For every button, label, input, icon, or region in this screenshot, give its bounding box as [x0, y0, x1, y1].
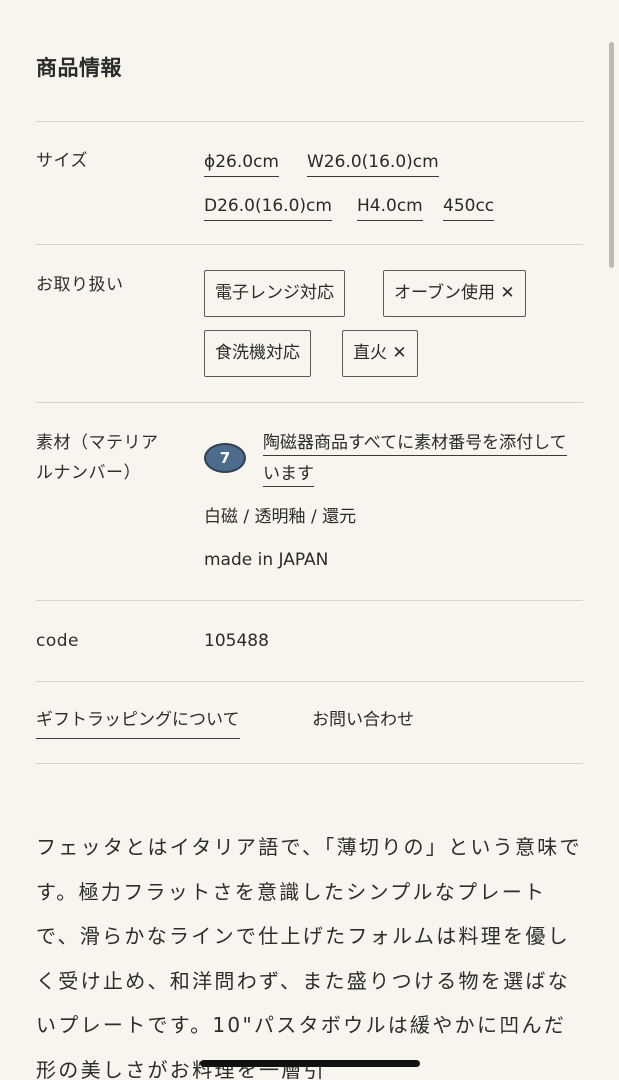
material-label-line1: 素材（マテリア: [36, 433, 159, 453]
chip-oven[interactable]: オーブン使用 ✕: [383, 270, 526, 317]
section-title: 商品情報: [36, 56, 122, 80]
chip-dishwasher[interactable]: 食洗機対応: [204, 330, 311, 377]
divider: [36, 600, 583, 601]
material-value: 白磁 / 透明釉 / 還元: [204, 507, 357, 527]
product-info-page: 商品情報 サイズ ϕ26.0cm W26.0(16.0)cm D26.0(16.…: [0, 0, 619, 1080]
origin-value: made in JAPAN: [204, 550, 329, 570]
chip-microwave[interactable]: 電子レンジ対応: [204, 270, 345, 317]
code-label: code: [36, 631, 79, 651]
chip-direct-fire[interactable]: 直火 ✕: [342, 330, 418, 377]
size-label: サイズ: [36, 151, 88, 171]
divider: [36, 763, 583, 764]
material-number-badge: 7: [204, 443, 246, 473]
contact-link[interactable]: お問い合わせ: [312, 707, 414, 733]
divider: [36, 681, 583, 682]
size-capacity-link[interactable]: 450cc: [443, 193, 495, 221]
code-value: 105488: [204, 631, 269, 651]
product-description: フェッタとはイタリア語で、「薄切りの」という意味です。極力フラットさを意識したシ…: [36, 835, 582, 1080]
divider: [36, 121, 583, 122]
gift-wrapping-link[interactable]: ギフトラッピングについて: [36, 707, 240, 739]
material-label-line2: ルナンバー）: [36, 463, 141, 483]
scrollbar[interactable]: [609, 42, 614, 268]
divider: [36, 402, 583, 403]
size-depth-link[interactable]: D26.0(16.0)cm: [204, 193, 332, 221]
size-diameter-link[interactable]: ϕ26.0cm: [204, 149, 279, 177]
size-width-link[interactable]: W26.0(16.0)cm: [307, 149, 439, 177]
divider: [36, 244, 583, 245]
material-number-link-text[interactable]: 陶磁器商品すべてに素材番号を添付しています: [263, 433, 567, 487]
material-number-link[interactable]: 陶磁器商品すべてに素材番号を添付しています: [263, 428, 578, 490]
home-indicator[interactable]: [200, 1060, 420, 1067]
handling-label: お取り扱い: [36, 275, 124, 295]
size-height-link[interactable]: H4.0cm: [357, 193, 423, 221]
